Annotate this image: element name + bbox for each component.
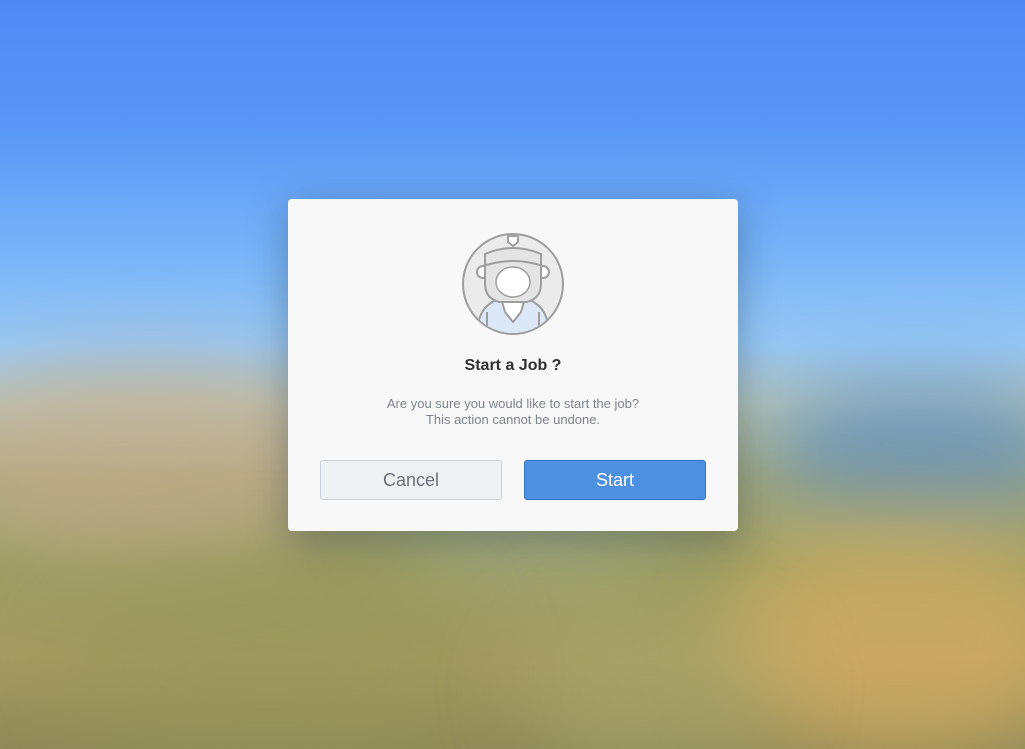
cancel-button[interactable]: Cancel — [320, 460, 502, 500]
dialog-title: Start a Job ? — [464, 357, 562, 374]
start-button[interactable]: Start — [524, 460, 706, 500]
start-job-dialog: Start a Job ? Are you sure you would lik… — [288, 199, 738, 531]
dialog-message-line-1: Are you sure you would like to start the… — [386, 396, 640, 411]
dialog-message: Are you sure you would like to start the… — [288, 396, 738, 428]
dialog-message-line-2: This action cannot be undone. — [425, 412, 601, 427]
worker-avatar-icon — [461, 232, 565, 336]
